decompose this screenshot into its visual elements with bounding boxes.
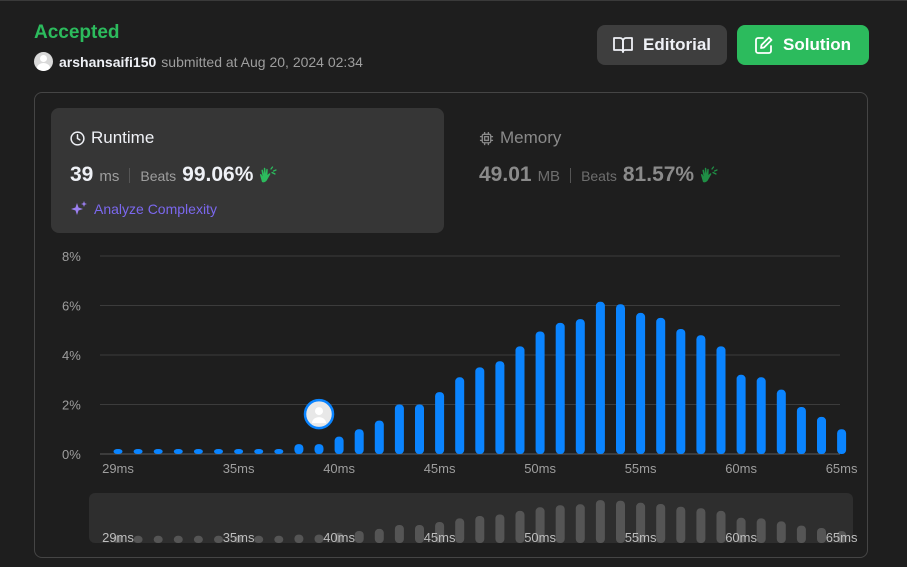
histogram-bar[interactable] bbox=[455, 377, 465, 454]
histogram-bar[interactable] bbox=[234, 449, 244, 454]
histogram-bar[interactable] bbox=[294, 444, 304, 454]
histogram-bar[interactable] bbox=[776, 389, 786, 454]
x-tick-label: 60ms bbox=[725, 461, 757, 476]
runtime-distribution-chart[interactable]: 0% 2% 4% 6% 8% 29ms 35ms 40ms 45ms 50ms 55ms 60ms 65… bbox=[0, 0, 907, 567]
x-tick-label: 35ms bbox=[223, 461, 255, 476]
histogram-bar[interactable] bbox=[193, 449, 203, 454]
histogram-bar[interactable] bbox=[214, 449, 223, 454]
histogram-bar[interactable] bbox=[756, 377, 766, 454]
brush-bar bbox=[716, 510, 726, 543]
brush-bar bbox=[193, 535, 203, 543]
histogram-bar[interactable] bbox=[656, 317, 666, 454]
histogram-bar[interactable] bbox=[636, 312, 646, 454]
y-tick-label: 6% bbox=[62, 299, 81, 314]
histogram-bar[interactable] bbox=[415, 404, 424, 455]
histogram-bar[interactable] bbox=[133, 449, 143, 454]
x-tick-label: 29ms bbox=[102, 461, 134, 476]
y-tick-label: 4% bbox=[62, 348, 81, 363]
histogram-bar[interactable] bbox=[374, 420, 384, 454]
histogram-bar[interactable] bbox=[575, 319, 585, 454]
x-tick-label: 40ms bbox=[323, 461, 355, 476]
histogram-bar[interactable] bbox=[535, 331, 545, 454]
histogram-bar[interactable] bbox=[716, 346, 726, 454]
brush-bar bbox=[817, 528, 826, 543]
brush-tick-label: 40ms bbox=[323, 530, 355, 545]
brush-bar bbox=[656, 504, 666, 543]
brush-bar bbox=[555, 505, 565, 543]
histogram-bar[interactable] bbox=[354, 429, 364, 454]
brush-tick-label: 45ms bbox=[424, 530, 456, 545]
brush-bar bbox=[616, 500, 625, 543]
histogram-bar[interactable] bbox=[817, 416, 826, 454]
histogram-bar[interactable] bbox=[676, 329, 686, 454]
brush-tick-label: 60ms bbox=[725, 530, 757, 545]
brush-bar bbox=[595, 500, 605, 543]
brush-bar bbox=[173, 535, 183, 543]
histogram-bar[interactable] bbox=[696, 335, 706, 454]
brush-bar bbox=[374, 528, 384, 543]
brush-bar bbox=[274, 535, 284, 543]
brush-bar bbox=[475, 516, 485, 543]
brush-bar bbox=[756, 518, 766, 543]
y-tick-label: 8% bbox=[62, 249, 81, 264]
histogram-bar[interactable] bbox=[475, 367, 485, 454]
histogram-bar[interactable] bbox=[334, 436, 344, 454]
brush-bar bbox=[796, 525, 806, 543]
brush-bar bbox=[455, 518, 465, 543]
histogram-bar[interactable] bbox=[796, 406, 806, 454]
histogram-bar[interactable] bbox=[314, 444, 324, 454]
brush-bar bbox=[133, 535, 143, 543]
brush-bar bbox=[575, 504, 585, 543]
x-tick-label: 55ms bbox=[625, 461, 657, 476]
brush-bar bbox=[254, 535, 264, 543]
brush-bar bbox=[214, 535, 223, 543]
histogram-bar[interactable] bbox=[595, 301, 605, 454]
histogram-bar[interactable] bbox=[555, 322, 565, 454]
x-tick-label: 45ms bbox=[424, 461, 456, 476]
histogram-bar[interactable] bbox=[254, 449, 264, 454]
histogram-bar[interactable] bbox=[113, 449, 123, 454]
y-tick-label: 2% bbox=[62, 398, 81, 413]
histogram-bar[interactable] bbox=[837, 429, 847, 454]
brush-bar bbox=[515, 510, 525, 543]
marker-avatar-head bbox=[315, 407, 323, 416]
x-tick-label: 65ms bbox=[826, 461, 858, 476]
brush-bar bbox=[776, 521, 786, 543]
brush-bar bbox=[676, 506, 686, 543]
y-tick-label: 0% bbox=[62, 447, 81, 462]
brush-bar bbox=[294, 534, 304, 543]
brush-bar bbox=[495, 514, 505, 543]
brush-tick-label: 55ms bbox=[625, 530, 657, 545]
x-tick-label: 50ms bbox=[524, 461, 556, 476]
brush-tick-label: 29ms bbox=[102, 530, 134, 545]
brush-bar bbox=[153, 535, 163, 543]
brush-tick-label: 65ms bbox=[826, 530, 858, 545]
brush-bar bbox=[314, 534, 324, 543]
histogram-bar[interactable] bbox=[394, 404, 404, 455]
histogram-bar[interactable] bbox=[173, 449, 183, 454]
histogram-bar[interactable] bbox=[495, 361, 505, 454]
histogram-bar[interactable] bbox=[616, 304, 625, 454]
brush-bar bbox=[696, 508, 706, 543]
brush-bar bbox=[415, 525, 424, 543]
histogram-bar[interactable] bbox=[515, 346, 525, 454]
histogram-bar[interactable] bbox=[435, 392, 445, 454]
brush-bar bbox=[394, 525, 404, 543]
histogram-bar[interactable] bbox=[153, 449, 163, 454]
histogram-bar[interactable] bbox=[274, 449, 284, 454]
brush-tick-label: 50ms bbox=[524, 530, 556, 545]
histogram-bar[interactable] bbox=[736, 374, 746, 454]
brush-bar bbox=[354, 531, 364, 543]
brush-tick-label: 35ms bbox=[223, 530, 255, 545]
